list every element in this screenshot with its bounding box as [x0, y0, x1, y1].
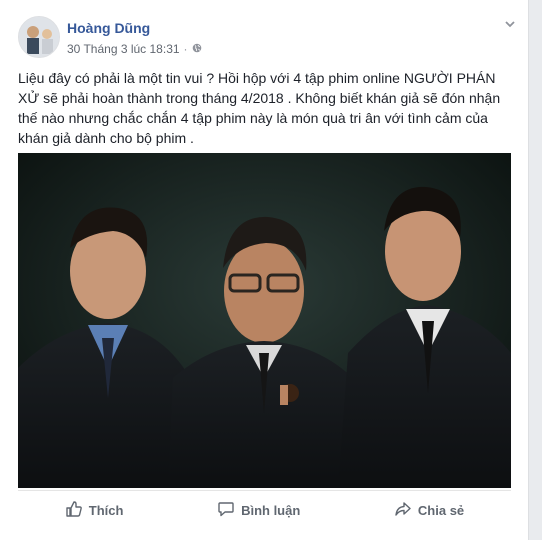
comment-label: Bình luận — [241, 502, 301, 518]
post-meta: 30 Tháng 3 lúc 18:31 · — [67, 42, 202, 56]
author-name[interactable]: Hoàng Dũng — [67, 20, 150, 36]
post-actions: Thích Bình luận Chia sẻ — [18, 490, 511, 529]
comment-icon — [217, 500, 235, 521]
avatar[interactable] — [18, 16, 60, 58]
meta-separator: · — [183, 42, 188, 56]
post-photo[interactable] — [18, 153, 511, 488]
post-text: Liệu đây có phải là một tin vui ? Hồi hộ… — [18, 70, 501, 146]
share-button[interactable]: Chia sẻ — [384, 494, 474, 527]
timestamp[interactable]: 30 Tháng 3 lúc 18:31 — [67, 42, 180, 56]
share-label: Chia sẻ — [417, 502, 465, 518]
like-label: Thích — [88, 502, 124, 518]
share-icon — [394, 500, 412, 521]
like-button[interactable]: Thích — [55, 494, 134, 527]
globe-icon[interactable] — [192, 42, 202, 56]
facebook-post: Hoàng Dũng 30 Tháng 3 lúc 18:31 · Liệu đ… — [0, 0, 529, 540]
thumbs-up-icon — [65, 500, 83, 521]
chevron-down-icon[interactable] — [504, 18, 516, 30]
comment-button[interactable]: Bình luận — [207, 494, 310, 527]
